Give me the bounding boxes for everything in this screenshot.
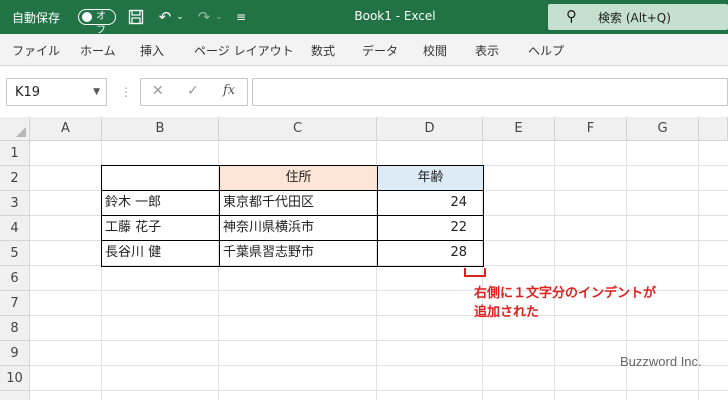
chevron-down-icon[interactable]: ▼ (93, 87, 100, 97)
column-header-a[interactable]: A (30, 117, 102, 141)
column-header-d[interactable]: D (377, 117, 483, 141)
column-header-c[interactable]: C (219, 117, 377, 141)
undo-icon[interactable]: ↶ (156, 6, 174, 28)
tab-home[interactable]: ホーム (80, 42, 116, 59)
watermark: Buzzword Inc. (620, 354, 702, 369)
column-header-b[interactable]: B (102, 117, 219, 141)
row-header-4[interactable]: 4 (0, 216, 30, 241)
indent-bracket (464, 268, 486, 277)
name-box[interactable]: K19 ▼ (6, 78, 107, 106)
tab-page-layout[interactable]: ページ レイアウト (194, 42, 294, 59)
tab-file[interactable]: ファイル (12, 42, 60, 59)
customize-toolbar-icon[interactable]: ≡ (234, 6, 248, 28)
tab-data[interactable]: データ (362, 42, 398, 59)
row-header-1[interactable]: 1 (0, 141, 30, 166)
formula-buttons: ✕ ✓ fx (140, 78, 248, 106)
select-all-corner[interactable] (0, 117, 30, 141)
column-header-f[interactable]: F (555, 117, 627, 141)
tab-insert[interactable]: 挿入 (140, 42, 164, 59)
autosave-toggle[interactable]: オフ (78, 9, 116, 36)
row-header-11[interactable] (0, 391, 30, 400)
cancel-icon[interactable]: ✕ (152, 83, 164, 99)
row-header-7[interactable]: 7 (0, 291, 30, 316)
drag-handle-icon[interactable]: ⋮ (120, 85, 132, 99)
row-header-9[interactable]: 9 (0, 341, 30, 366)
tab-formulas[interactable]: 数式 (311, 42, 335, 59)
column-header-h[interactable] (699, 117, 728, 141)
row-header-5[interactable]: 5 (0, 241, 30, 266)
autosave-label: 自動保存 (12, 11, 61, 25)
search-box[interactable]: ⚲ 検索 (Alt+Q) (548, 4, 728, 30)
name-box-value: K19 (15, 85, 41, 100)
select-all-icon (16, 127, 26, 137)
tab-review[interactable]: 校閲 (423, 42, 447, 59)
row-header-2[interactable]: 2 (0, 166, 30, 191)
toggle-knob (82, 12, 92, 22)
title-bar: 自動保存 オフ ↶ ⌄ ↷ ⌄ ≡ Book1 - Excel ⚲ 検索 (Al… (0, 0, 728, 36)
annotation-line-1: 右側に１文字分のインデントが (474, 286, 657, 301)
search-label: 検索 (Alt+Q) (598, 11, 671, 25)
column-header-e[interactable]: E (483, 117, 555, 141)
annotation-line-2: 追加された (474, 305, 540, 320)
undo-dropdown-icon[interactable]: ⌄ (175, 6, 185, 28)
tab-help[interactable]: ヘルプ (528, 42, 564, 59)
row-header-6[interactable]: 6 (0, 266, 30, 291)
ribbon-tabs: ファイル ホーム 挿入 ページ レイアウト 数式 データ 校閲 表示 ヘルプ (0, 34, 728, 66)
window-title: Book1 - Excel (354, 9, 436, 23)
insert-function-icon[interactable]: fx (223, 83, 235, 98)
row-header-10[interactable]: 10 (0, 366, 30, 391)
formula-input[interactable] (252, 78, 728, 106)
row-header-8[interactable]: 8 (0, 316, 30, 341)
tab-view[interactable]: 表示 (475, 42, 499, 59)
enter-check-icon[interactable]: ✓ (187, 83, 199, 99)
row-header-3[interactable]: 3 (0, 191, 30, 216)
save-icon[interactable] (126, 6, 146, 28)
column-header-g[interactable]: G (627, 117, 699, 141)
redo-icon[interactable]: ↷ (195, 6, 213, 28)
redo-dropdown-icon[interactable]: ⌄ (214, 6, 224, 28)
search-icon: ⚲ (566, 7, 577, 25)
